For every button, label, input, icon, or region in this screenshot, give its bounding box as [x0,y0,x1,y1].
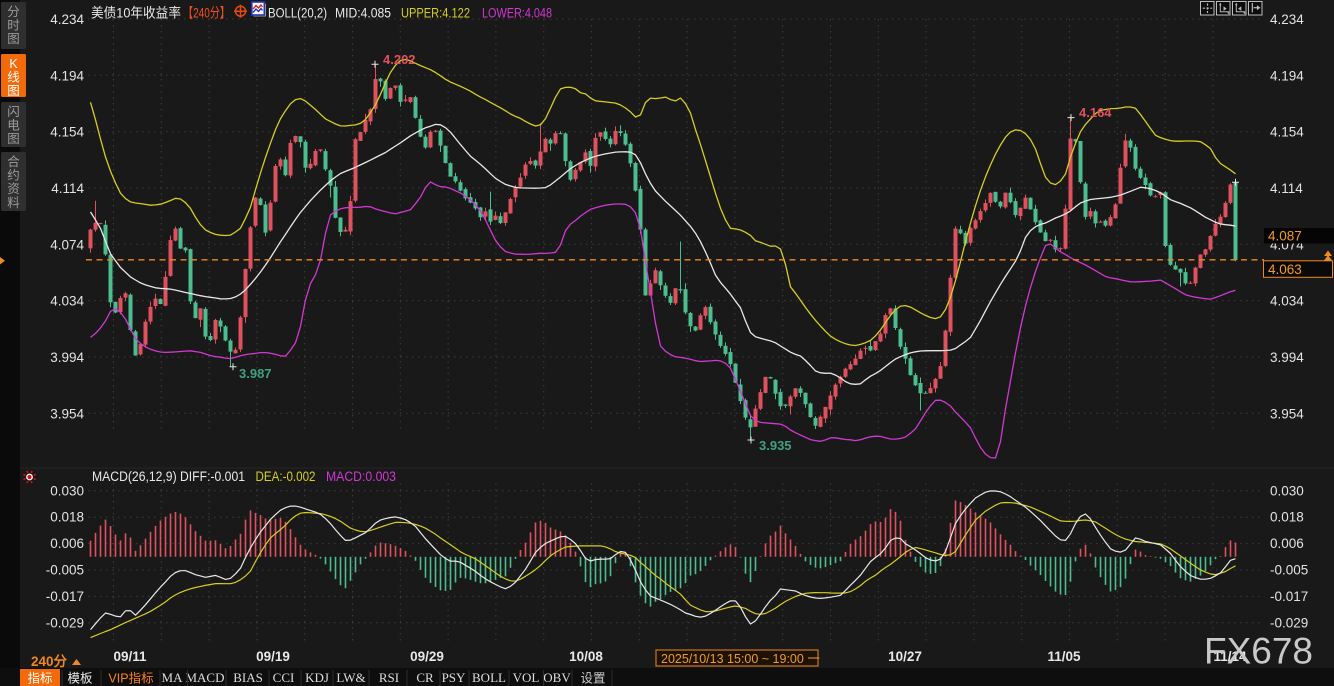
svg-text:PSY: PSY [442,670,466,685]
svg-text:3.987: 3.987 [239,366,272,381]
svg-text:-0.005: -0.005 [1270,563,1308,578]
svg-text:LW&: LW& [336,670,365,685]
svg-text:-0.005: -0.005 [46,563,84,578]
svg-text:资: 资 [7,182,20,196]
svg-text:-0.029: -0.029 [46,615,84,630]
svg-text:10/27: 10/27 [888,649,922,664]
svg-text:-0.029: -0.029 [1270,615,1308,630]
svg-text:4.164: 4.164 [1079,105,1112,120]
svg-text:LOWER:4.048: LOWER:4.048 [482,6,552,21]
svg-text:0.018: 0.018 [1270,510,1304,525]
svg-text:DEA:-0.002: DEA:-0.002 [256,469,316,484]
svg-text:4.034: 4.034 [50,294,84,309]
svg-text:3.994: 3.994 [1270,350,1304,365]
svg-text:4.154: 4.154 [1270,125,1304,140]
svg-text:图: 图 [7,84,20,98]
svg-text:MACD(26,12,9) DIFF:-0.001: MACD(26,12,9) DIFF:-0.001 [92,469,245,484]
svg-text:BIAS: BIAS [233,670,263,685]
svg-text:4.154: 4.154 [50,125,84,140]
svg-text:RSI: RSI [379,670,399,685]
svg-text:电: 电 [7,119,20,133]
svg-text:-0.017: -0.017 [1270,589,1308,604]
svg-text:4.194: 4.194 [50,68,84,83]
svg-text:UPPER:4.122: UPPER:4.122 [401,6,470,21]
svg-text:BOLL(20,2): BOLL(20,2) [268,6,327,21]
svg-text:4.074: 4.074 [50,237,84,252]
svg-text:3.954: 3.954 [50,406,84,421]
svg-text:0.018: 0.018 [50,510,84,525]
svg-text:4.034: 4.034 [1270,294,1304,309]
svg-text:图: 图 [7,32,20,46]
svg-text:3.935: 3.935 [759,438,792,453]
svg-text:BOLL: BOLL [472,670,506,685]
svg-text:时: 时 [7,19,20,33]
svg-text:4.087: 4.087 [1268,229,1302,244]
svg-text:合: 合 [7,154,20,169]
svg-text:MID:4.085: MID:4.085 [335,6,391,21]
svg-text:10/08: 10/08 [569,649,603,664]
svg-text:设置: 设置 [580,671,605,686]
svg-text:240分: 240分 [31,654,68,669]
svg-text:4.194: 4.194 [1270,68,1304,83]
svg-text:09/19: 09/19 [256,649,290,664]
svg-text:线: 线 [7,71,20,85]
svg-text:09/11: 09/11 [113,649,147,664]
svg-text:09/29: 09/29 [410,649,444,664]
svg-text:FX678: FX678 [1204,631,1313,672]
svg-text:VIP指标: VIP指标 [108,671,153,686]
svg-text:料: 料 [7,196,20,210]
svg-text:3.954: 3.954 [1270,406,1304,421]
svg-text:模板: 模板 [67,672,93,686]
svg-text:4.234: 4.234 [50,12,84,27]
svg-text:CCI: CCI [273,670,295,685]
svg-text:0.006: 0.006 [50,536,84,551]
svg-text:4.234: 4.234 [1270,12,1304,27]
svg-text:【240分】: 【240分】 [183,6,230,21]
svg-text:11/05: 11/05 [1047,649,1081,664]
svg-text:4.063: 4.063 [1268,262,1302,277]
svg-text:-0.017: -0.017 [46,589,84,604]
svg-text:0.006: 0.006 [1270,536,1304,551]
svg-text:MACD:0.003: MACD:0.003 [326,469,396,484]
svg-text:K: K [9,57,18,71]
svg-text:2025/10/13 15:00 ~ 19:00 一: 2025/10/13 15:00 ~ 19:00 一 [661,652,820,666]
svg-text:4.202: 4.202 [383,52,416,67]
svg-text:VOL: VOL [513,670,540,685]
svg-text:美债10年收益率: 美债10年收益率 [91,5,181,21]
svg-text:图: 图 [7,132,20,146]
svg-text:0.030: 0.030 [1270,483,1304,498]
svg-text:MACD: MACD [185,670,224,685]
svg-text:指标: 指标 [27,671,52,686]
svg-text:CR: CR [416,670,434,685]
svg-text:OBV: OBV [543,670,571,685]
svg-text:分: 分 [7,5,20,19]
svg-text:3.994: 3.994 [50,350,84,365]
svg-text:0.030: 0.030 [50,483,84,498]
svg-text:KDJ: KDJ [305,670,329,685]
svg-text:4.114: 4.114 [1270,181,1303,196]
svg-text:闪: 闪 [7,105,20,119]
svg-text:约: 约 [7,168,20,183]
svg-text:4.114: 4.114 [51,181,84,196]
svg-text:MA: MA [162,670,184,685]
